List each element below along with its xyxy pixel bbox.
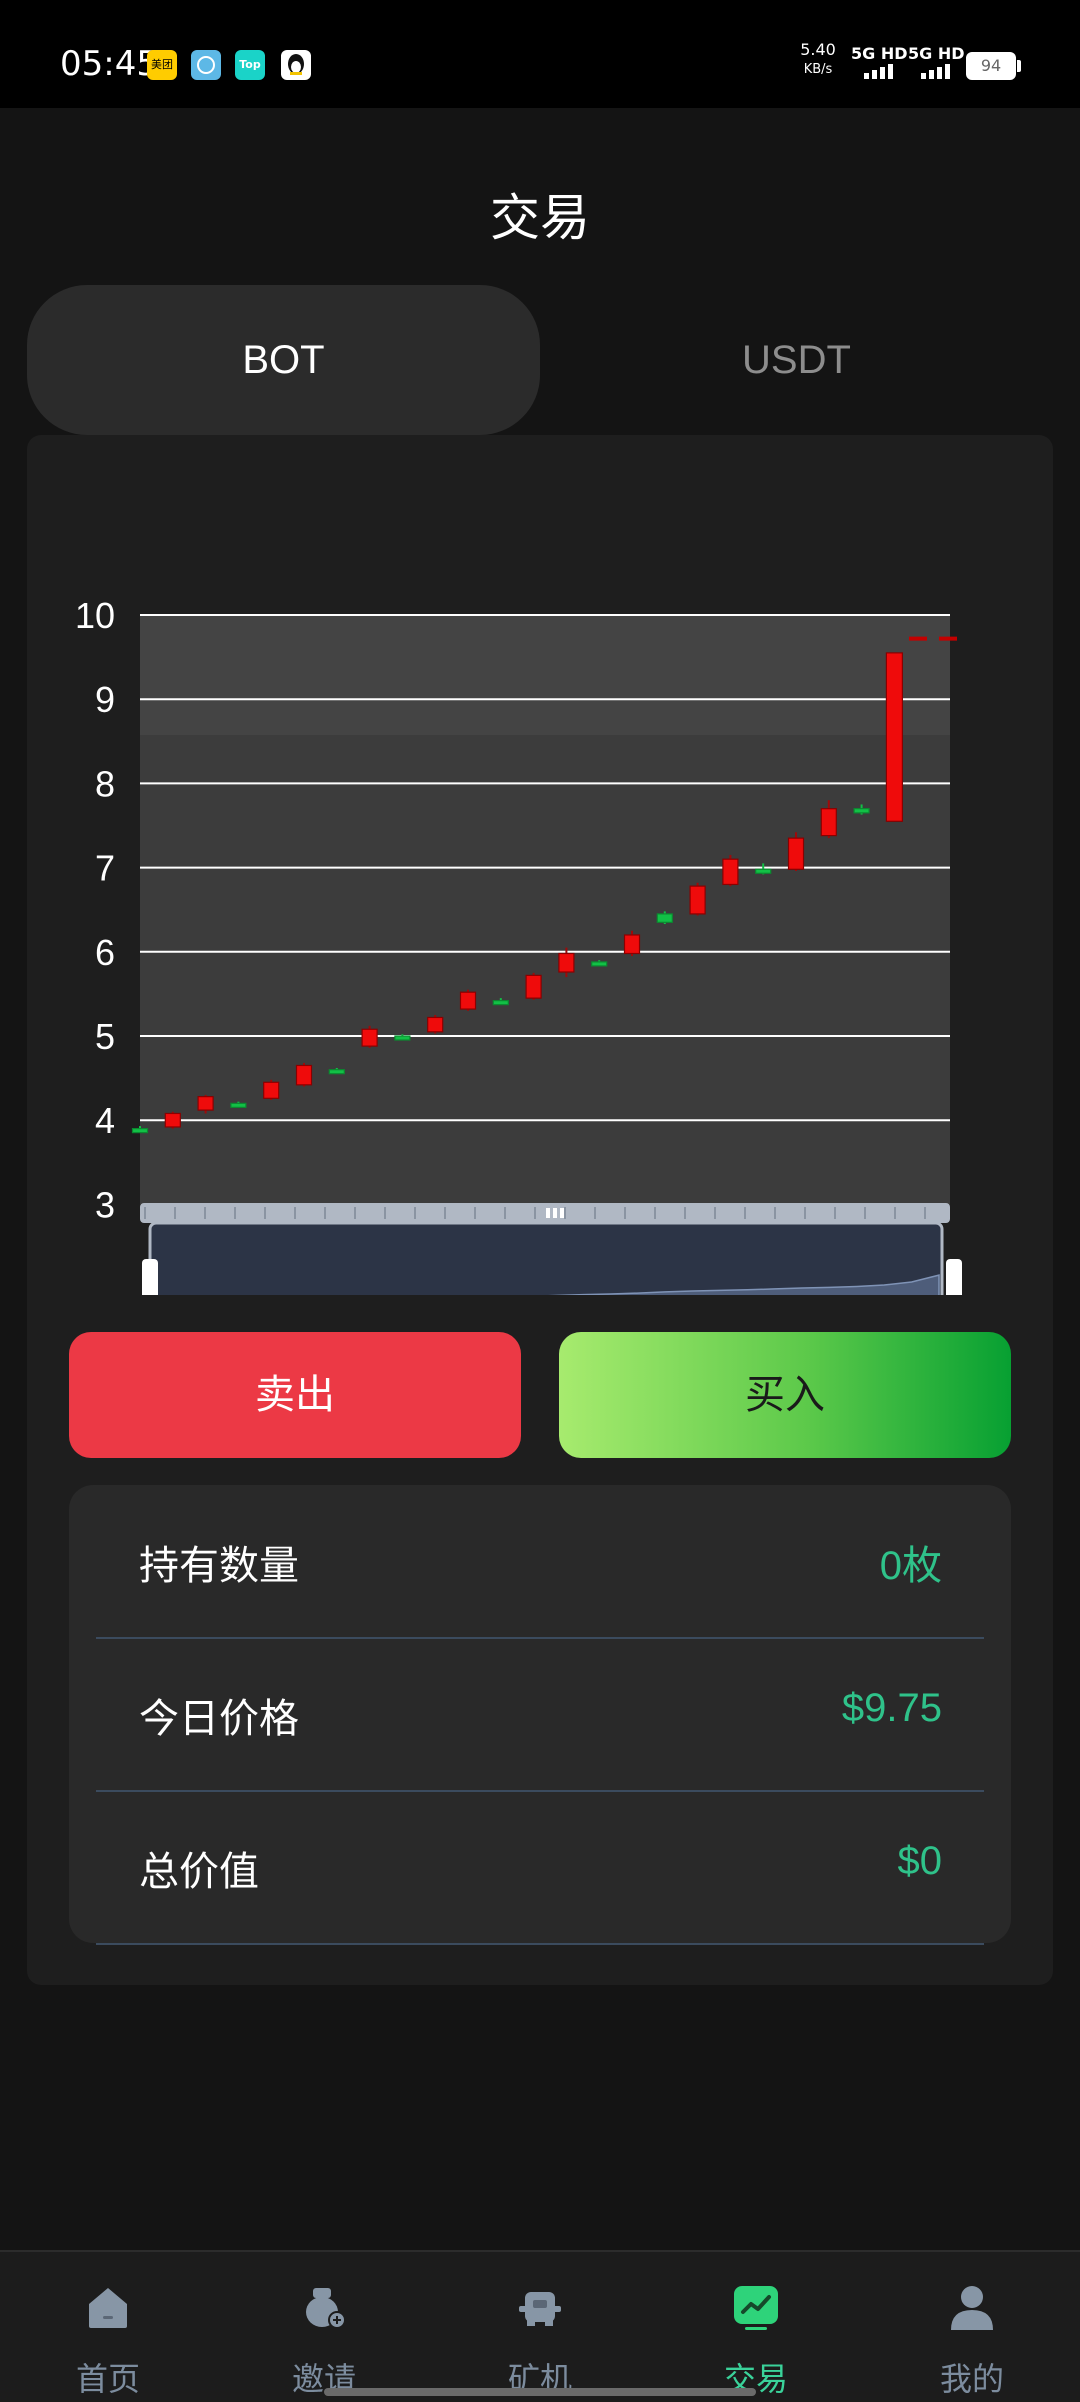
battery-tip-icon xyxy=(1017,60,1021,72)
candle-body xyxy=(459,991,477,1010)
home-icon xyxy=(89,2288,127,2328)
holdings-panel: 持有数量 0枚 今日价格 $9.75 总价值 $0 xyxy=(69,1485,1011,1945)
signal-bars-2-icon xyxy=(921,60,953,79)
tab-bot[interactable]: BOT xyxy=(27,285,540,435)
status-time: 05:45 xyxy=(60,44,158,84)
candle-body xyxy=(492,1000,509,1006)
today-price-value: $9.75 xyxy=(841,1686,942,1730)
zoom-grip-icon xyxy=(553,1208,557,1218)
holding-quantity-label: 持有数量 xyxy=(139,1543,299,1589)
y-tick-label: 4 xyxy=(95,1100,115,1141)
candle-body xyxy=(722,858,739,886)
y-tick-label: 7 xyxy=(95,848,115,889)
candle-body xyxy=(131,1128,149,1134)
y-tick-label: 5 xyxy=(95,1016,115,1057)
nav-item-home[interactable]: 首页 xyxy=(0,2252,216,2402)
sell-button[interactable]: 卖出 xyxy=(69,1332,521,1458)
zoom-slider-track xyxy=(140,1203,950,1223)
y-tick-label: 9 xyxy=(95,679,115,720)
battery-indicator: 94 xyxy=(966,52,1016,80)
nav-item-invite[interactable]: 邀请 xyxy=(216,2252,432,2402)
today-price-row: 今日价格 $9.75 xyxy=(96,1638,984,1792)
candle-body xyxy=(787,837,805,870)
home-indicator xyxy=(324,2388,756,2396)
candle-body xyxy=(164,1112,181,1128)
candle-body xyxy=(295,1064,313,1086)
candle-body xyxy=(820,808,837,837)
candle-body xyxy=(328,1069,345,1075)
token-tabs: BOT USDT xyxy=(27,285,1053,435)
y-tick-label: 3 xyxy=(95,1184,115,1225)
zoom-window xyxy=(148,1221,944,1295)
candlestick-chart[interactable]: 10 9 8 7 6 5 4 3 xyxy=(27,435,1053,1295)
nav-item-miner[interactable]: 矿机 xyxy=(432,2252,648,2402)
total-value-value: $0 xyxy=(897,1839,943,1883)
signal-bars-1-icon xyxy=(864,60,896,79)
y-tick-label: 8 xyxy=(95,763,115,804)
page-title: 交易 xyxy=(490,189,590,247)
holding-quantity-value: 0枚 xyxy=(879,1544,942,1588)
zoom-grip-icon xyxy=(560,1208,564,1218)
buy-button[interactable]: 买入 xyxy=(559,1332,1011,1458)
candle-body xyxy=(263,1081,280,1099)
holding-quantity-row: 持有数量 0枚 xyxy=(96,1485,984,1639)
invite-icon xyxy=(306,2288,346,2329)
candle-body xyxy=(853,808,870,814)
y-tick-label: 10 xyxy=(75,595,115,636)
browser-app-icon xyxy=(191,50,221,80)
nav-item-trade[interactable]: 交易 xyxy=(648,2252,864,2402)
miner-icon xyxy=(519,2292,561,2326)
zoom-handle-right xyxy=(946,1259,962,1295)
network-speed: 5.40 KB/s xyxy=(800,40,836,77)
qq-app-icon xyxy=(281,50,311,80)
status-bar: 05:45 美团 Top 5.40 KB/s 5G HD 5G HD 94 xyxy=(0,0,1080,108)
candle-body xyxy=(558,952,575,973)
zoom-grip-icon xyxy=(546,1208,550,1218)
today-price-label: 今日价格 xyxy=(139,1696,299,1742)
profile-icon xyxy=(951,2286,993,2330)
total-value-label: 总价值 xyxy=(139,1849,259,1895)
top-app-icon: Top xyxy=(235,50,265,80)
bottom-nav: 首页 邀请 矿机 交易 我的 xyxy=(0,2250,1080,2402)
candle-body xyxy=(623,934,641,955)
candle-body xyxy=(361,1028,378,1047)
y-tick-label: 6 xyxy=(95,932,115,973)
candle-body xyxy=(394,1035,411,1041)
zoom-handle-left xyxy=(142,1259,158,1295)
candle-body xyxy=(197,1096,214,1111)
candle-body xyxy=(525,974,542,999)
total-value-row: 总价值 $0 xyxy=(96,1791,984,1945)
candle-body xyxy=(885,652,904,822)
candle-body xyxy=(591,961,608,967)
tab-usdt[interactable]: USDT xyxy=(540,285,1053,435)
candle-body xyxy=(656,913,673,923)
candle-body xyxy=(230,1102,247,1108)
meituan-app-icon: 美团 xyxy=(147,50,177,80)
nav-label-home: 首页 xyxy=(75,2360,140,2398)
trade-icon xyxy=(734,2286,778,2330)
candle-body xyxy=(427,1016,444,1033)
plot-area-highlight xyxy=(140,615,950,735)
candle-body xyxy=(689,885,706,915)
nav-label-profile: 我的 xyxy=(939,2360,1004,2398)
candle-body xyxy=(755,868,772,874)
nav-item-profile[interactable]: 我的 xyxy=(864,2252,1080,2402)
